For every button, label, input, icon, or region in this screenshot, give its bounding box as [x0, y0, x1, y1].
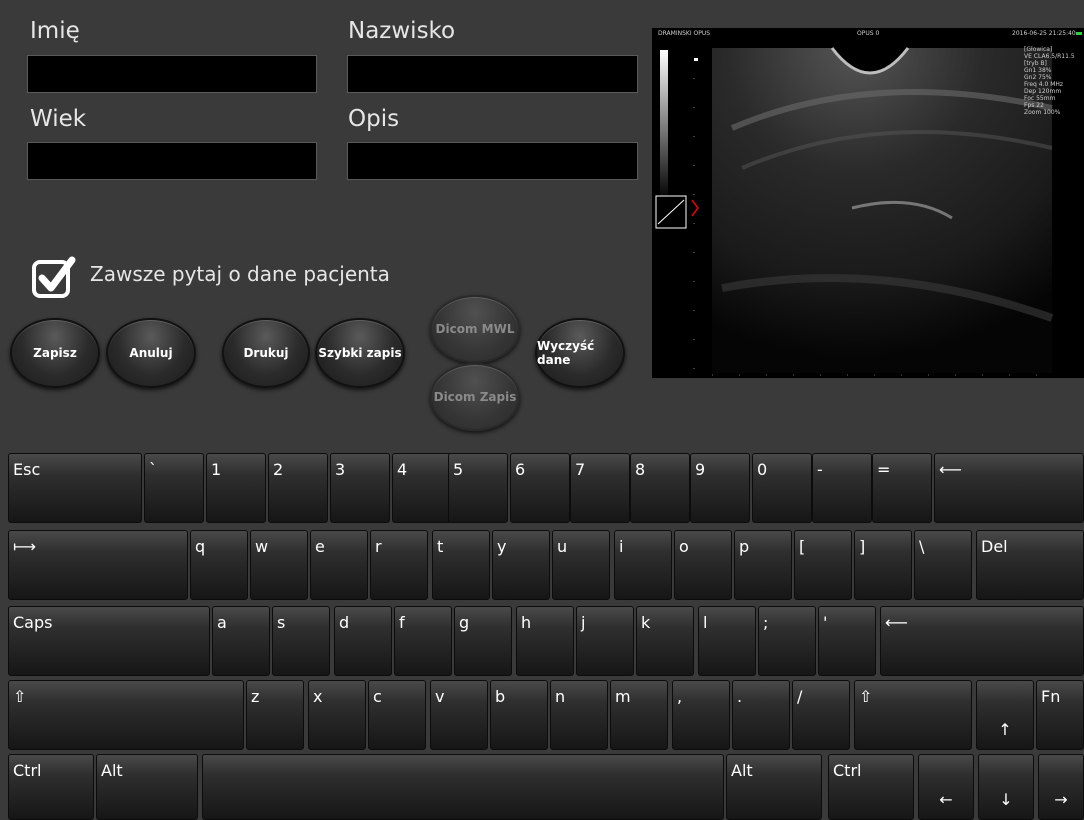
key-g[interactable]: g [454, 606, 512, 676]
clear-data-button[interactable]: Wyczyść dane [535, 318, 625, 388]
key-arrow-up[interactable]: ↑ [976, 680, 1034, 750]
key-quote[interactable]: ' [818, 606, 876, 676]
param-focus: Foc 55mm [1024, 95, 1056, 102]
param-fps: Fps 22 [1024, 102, 1044, 109]
key-space[interactable] [202, 754, 724, 820]
key-d[interactable]: d [334, 606, 392, 676]
key-right-shift[interactable]: ⇧ [854, 680, 972, 750]
first-name-field[interactable] [27, 55, 317, 93]
age-label: Wiek [30, 106, 87, 132]
key-m[interactable]: m [610, 680, 668, 750]
key-k[interactable]: k [636, 606, 694, 676]
key-8[interactable]: 8 [630, 453, 690, 523]
key-left-ctrl[interactable]: Ctrl [8, 754, 94, 820]
ultrasound-image: DRAMINSKI OPUS OPUS 0 2016-06-25 21:25:4… [652, 28, 1084, 378]
key-1[interactable]: 1 [206, 453, 266, 523]
quick-save-button[interactable]: Szybki zapis [315, 318, 405, 388]
key-p[interactable]: p [734, 530, 792, 600]
key-n[interactable]: n [550, 680, 608, 750]
key-f[interactable]: f [394, 606, 452, 676]
param-mode: [tryb B] [1024, 60, 1047, 67]
key-minus[interactable]: - [812, 453, 872, 523]
dicom-save-button[interactable]: Dicom Zapis [430, 363, 520, 431]
key-z[interactable]: z [246, 680, 304, 750]
key-period[interactable]: . [732, 680, 790, 750]
key-v[interactable]: v [430, 680, 488, 750]
key-backtick[interactable]: ` [144, 453, 204, 523]
print-button[interactable]: Drukuj [222, 318, 310, 388]
key-y[interactable]: y [492, 530, 550, 600]
param-freq: Freq 4.0 MHz [1024, 81, 1064, 88]
first-name-label: Imię [30, 18, 80, 44]
key-enter[interactable]: ⟵ [880, 606, 1084, 676]
key-s[interactable]: s [272, 606, 330, 676]
description-label: Opis [348, 106, 400, 132]
key-left-shift[interactable]: ⇧ [8, 680, 244, 750]
key-w[interactable]: w [250, 530, 308, 600]
key-9[interactable]: 9 [690, 453, 750, 523]
key-arrow-down[interactable]: ↓ [978, 754, 1034, 820]
ultrasound-brand: DRAMINSKI OPUS [658, 30, 711, 37]
status-indicator [1076, 32, 1082, 35]
param-probe: [Głowica] [1024, 46, 1053, 53]
key-right-bracket[interactable]: ] [854, 530, 912, 600]
description-field[interactable] [347, 142, 638, 180]
key-c[interactable]: c [368, 680, 426, 750]
dicom-mwl-button[interactable]: Dicom MWL [430, 295, 520, 363]
key-fn[interactable]: Fn [1036, 680, 1084, 750]
key-3[interactable]: 3 [330, 453, 390, 523]
key-backspace[interactable]: ⟵ [934, 453, 1084, 523]
param-gain2: Gn2 75% [1024, 74, 1052, 81]
ultrasound-title: OPUS 0 [857, 30, 880, 37]
key-x[interactable]: x [308, 680, 366, 750]
key-right-ctrl[interactable]: Ctrl [828, 754, 914, 820]
key-slash[interactable]: / [792, 680, 850, 750]
last-name-field[interactable] [347, 55, 638, 93]
save-button[interactable]: Zapisz [10, 318, 100, 388]
ultrasound-scan [655, 47, 1054, 376]
ultrasound-datetime: 2016-06-25 21:25:40 [1012, 30, 1076, 37]
key-tab[interactable]: ⟼ [8, 530, 188, 600]
key-j[interactable]: j [576, 606, 634, 676]
key-e[interactable]: e [310, 530, 368, 600]
key-arrow-right[interactable]: → [1038, 754, 1084, 820]
key-6[interactable]: 6 [510, 453, 570, 523]
age-field[interactable] [27, 142, 317, 180]
key-r[interactable]: r [370, 530, 428, 600]
key-comma[interactable]: , [672, 680, 730, 750]
key-left-alt[interactable]: Alt [96, 754, 198, 820]
key-4[interactable]: 4 [392, 453, 452, 523]
key-0[interactable]: 0 [752, 453, 812, 523]
key-esc[interactable]: Esc [8, 453, 142, 523]
key-o[interactable]: o [674, 530, 732, 600]
key-b[interactable]: b [490, 680, 548, 750]
param-gain1: Gn1 38% [1024, 67, 1052, 74]
key-a[interactable]: a [212, 606, 270, 676]
key-7[interactable]: 7 [570, 453, 630, 523]
key-l[interactable]: l [698, 606, 756, 676]
key-q[interactable]: q [190, 530, 248, 600]
key-semicolon[interactable]: ; [758, 606, 816, 676]
key-5[interactable]: 5 [448, 453, 508, 523]
cancel-button[interactable]: Anuluj [106, 318, 196, 388]
always-ask-checkbox[interactable] [30, 254, 78, 302]
key-u[interactable]: u [552, 530, 610, 600]
key-h[interactable]: h [516, 606, 574, 676]
key-t[interactable]: t [432, 530, 490, 600]
always-ask-label: Zawsze pytaj o dane pacjenta [90, 262, 390, 286]
key-del[interactable]: Del [976, 530, 1084, 600]
key-right-alt[interactable]: Alt [726, 754, 822, 820]
key-2[interactable]: 2 [268, 453, 328, 523]
key-arrow-left[interactable]: ← [918, 754, 974, 820]
last-name-label: Nazwisko [348, 18, 456, 44]
param-depth: Dep 120mm [1024, 88, 1062, 95]
param-zoom: Zoom 100% [1024, 109, 1061, 116]
key-backslash[interactable]: \ [914, 530, 972, 600]
key-left-bracket[interactable]: [ [794, 530, 852, 600]
param-probe-model: VE CLA6.5/R11.5 [1024, 53, 1075, 60]
key-equals[interactable]: = [872, 453, 932, 523]
key-caps[interactable]: Caps [8, 606, 210, 676]
ultrasound-params: [Głowica] VE CLA6.5/R11.5 [tryb B] Gn1 3… [1024, 46, 1075, 116]
key-i[interactable]: i [614, 530, 672, 600]
